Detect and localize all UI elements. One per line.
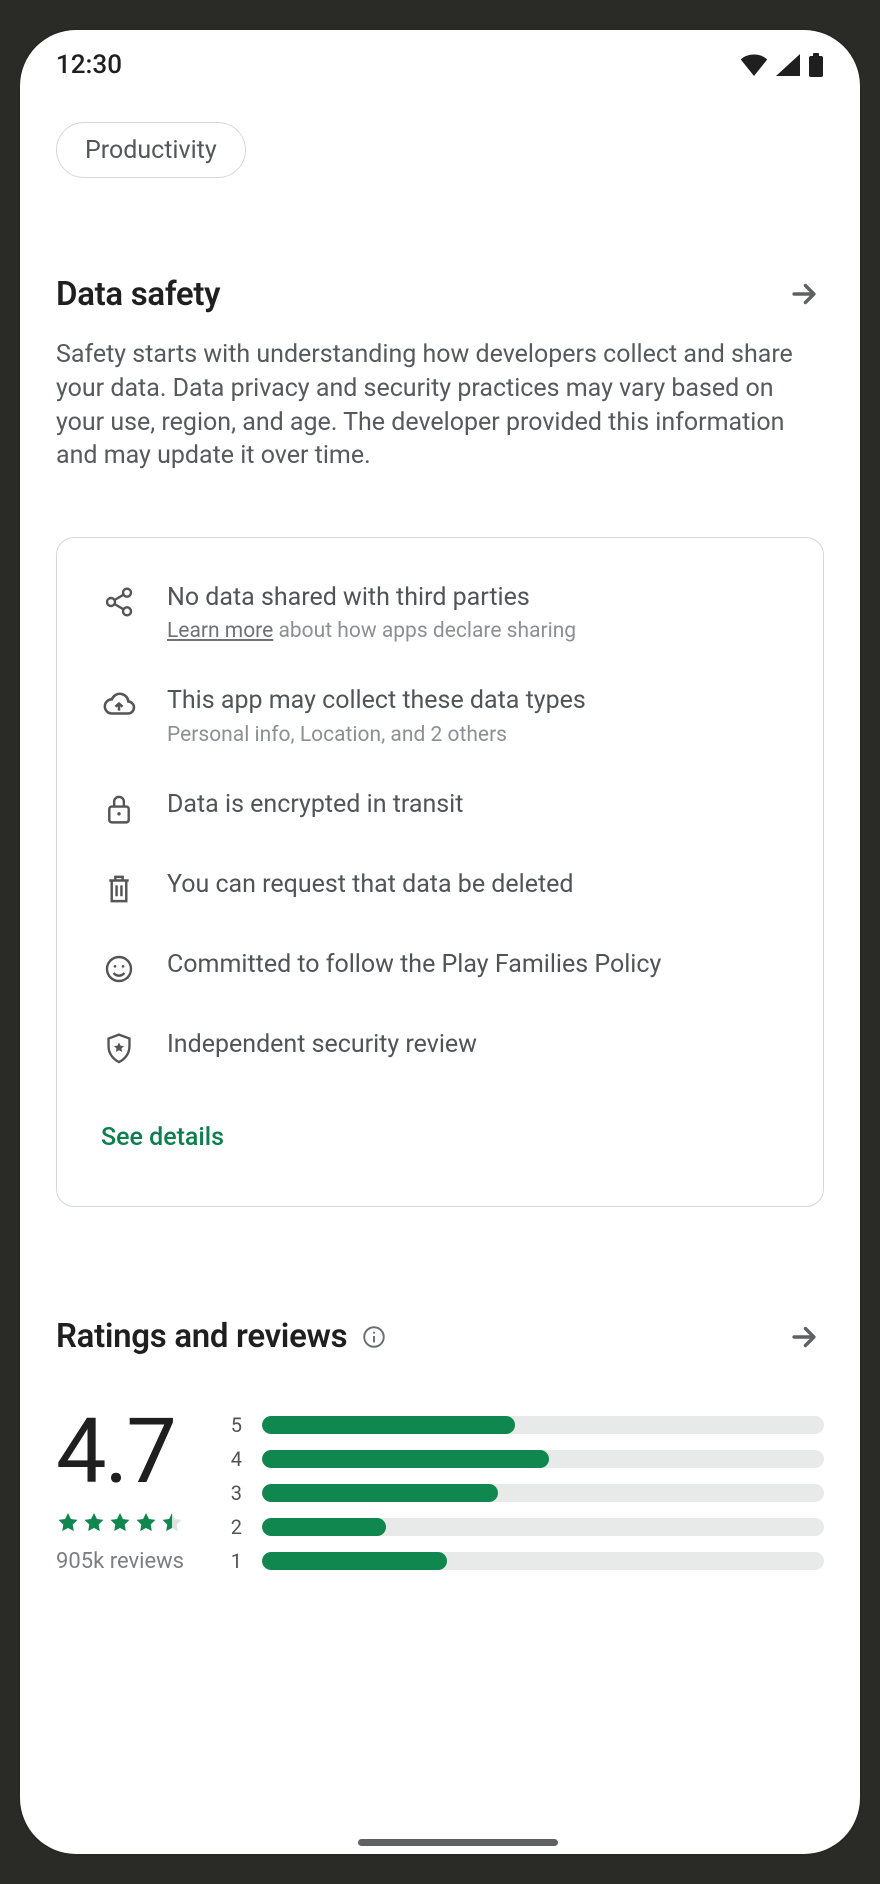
status-icons	[740, 53, 824, 77]
rating-bar-label: 5	[228, 1413, 242, 1437]
rating-bar-track	[262, 1518, 824, 1536]
rating-bar-row: 5	[228, 1413, 824, 1437]
ratings-info-button[interactable]	[361, 1324, 387, 1350]
category-chip-label: Productivity	[85, 136, 217, 165]
learn-more-link[interactable]: Learn more	[167, 619, 273, 643]
main-content: Productivity Data safety Safety starts w…	[20, 100, 860, 1574]
lock-icon	[101, 791, 137, 827]
data-safety-item: You can request that data be deleted	[101, 869, 779, 907]
rating-bar-row: 1	[228, 1549, 824, 1573]
rating-bar-row: 2	[228, 1515, 824, 1539]
wifi-icon	[740, 54, 768, 76]
star-full-icon	[134, 1511, 158, 1535]
review-count: 905k reviews	[56, 1549, 184, 1574]
rating-bar-track	[262, 1484, 824, 1502]
battery-icon	[808, 53, 824, 77]
data-safety-item: No data shared with third parties Learn …	[101, 582, 779, 643]
data-safety-card: No data shared with third parties Learn …	[56, 537, 824, 1207]
data-safety-header: Data safety	[56, 274, 824, 314]
rating-bar-fill	[262, 1552, 447, 1570]
trash-icon	[101, 871, 137, 907]
arrow-right-icon	[787, 277, 821, 311]
data-safety-title: Data safety	[56, 275, 220, 314]
ratings-arrow-button[interactable]	[784, 1317, 824, 1357]
status-bar: 12:30	[20, 30, 860, 100]
rating-bar-fill	[262, 1518, 386, 1536]
data-safety-item-sub: Learn more about how apps declare sharin…	[167, 619, 779, 643]
data-safety-item: Independent security review	[101, 1029, 779, 1067]
ratings-body: 4.7 905k reviews 5 4	[56, 1407, 824, 1574]
data-safety-item-title: Committed to follow the Play Families Po…	[167, 949, 779, 980]
data-safety-description: Safety starts with understanding how dev…	[56, 338, 824, 473]
smiley-icon	[101, 951, 137, 987]
cloud-upload-icon	[101, 687, 137, 723]
scroll-indicator	[358, 1839, 558, 1846]
data-safety-item: Committed to follow the Play Families Po…	[101, 949, 779, 987]
data-safety-item-sub: Personal info, Location, and 2 others	[167, 723, 779, 747]
rating-bar-row: 3	[228, 1481, 824, 1505]
data-safety-arrow-button[interactable]	[784, 274, 824, 314]
info-icon	[361, 1324, 387, 1350]
data-safety-item-title: No data shared with third parties	[167, 582, 779, 613]
ratings-summary: 4.7 905k reviews	[56, 1407, 184, 1574]
star-full-icon	[82, 1511, 106, 1535]
device-frame: 12:30 Productivity Data safety Safety st…	[20, 30, 860, 1854]
data-safety-item: Data is encrypted in transit	[101, 789, 779, 827]
see-details-link[interactable]: See details	[101, 1123, 779, 1152]
star-half-icon	[160, 1511, 184, 1535]
rating-bar-fill	[262, 1416, 515, 1434]
rating-bar-label: 4	[228, 1447, 242, 1471]
ratings-stars	[56, 1511, 184, 1535]
status-time: 12:30	[56, 50, 122, 80]
star-full-icon	[108, 1511, 132, 1535]
arrow-right-icon	[787, 1320, 821, 1354]
share-icon	[101, 584, 137, 620]
shield-star-icon	[101, 1031, 137, 1067]
rating-bar-row: 4	[228, 1447, 824, 1471]
data-safety-item-sub-rest: about how apps declare sharing	[273, 619, 576, 643]
ratings-bars: 5 4 3 2 1	[228, 1413, 824, 1573]
ratings-header: Ratings and reviews	[56, 1317, 824, 1357]
data-safety-item-title: Data is encrypted in transit	[167, 789, 779, 820]
rating-bar-label: 3	[228, 1481, 242, 1505]
rating-bar-fill	[262, 1450, 549, 1468]
rating-bar-track	[262, 1450, 824, 1468]
rating-bar-label: 1	[228, 1549, 242, 1573]
data-safety-item-title: You can request that data be deleted	[167, 869, 779, 900]
rating-bar-label: 2	[228, 1515, 242, 1539]
data-safety-item-title: This app may collect these data types	[167, 685, 779, 716]
ratings-title: Ratings and reviews	[56, 1317, 347, 1356]
star-full-icon	[56, 1511, 80, 1535]
data-safety-item-title: Independent security review	[167, 1029, 779, 1060]
category-chip[interactable]: Productivity	[56, 122, 246, 178]
rating-bar-track	[262, 1552, 824, 1570]
ratings-score: 4.7	[56, 1407, 184, 1497]
data-safety-item: This app may collect these data types Pe…	[101, 685, 779, 746]
rating-bar-fill	[262, 1484, 498, 1502]
rating-bar-track	[262, 1416, 824, 1434]
cell-signal-icon	[776, 54, 800, 76]
